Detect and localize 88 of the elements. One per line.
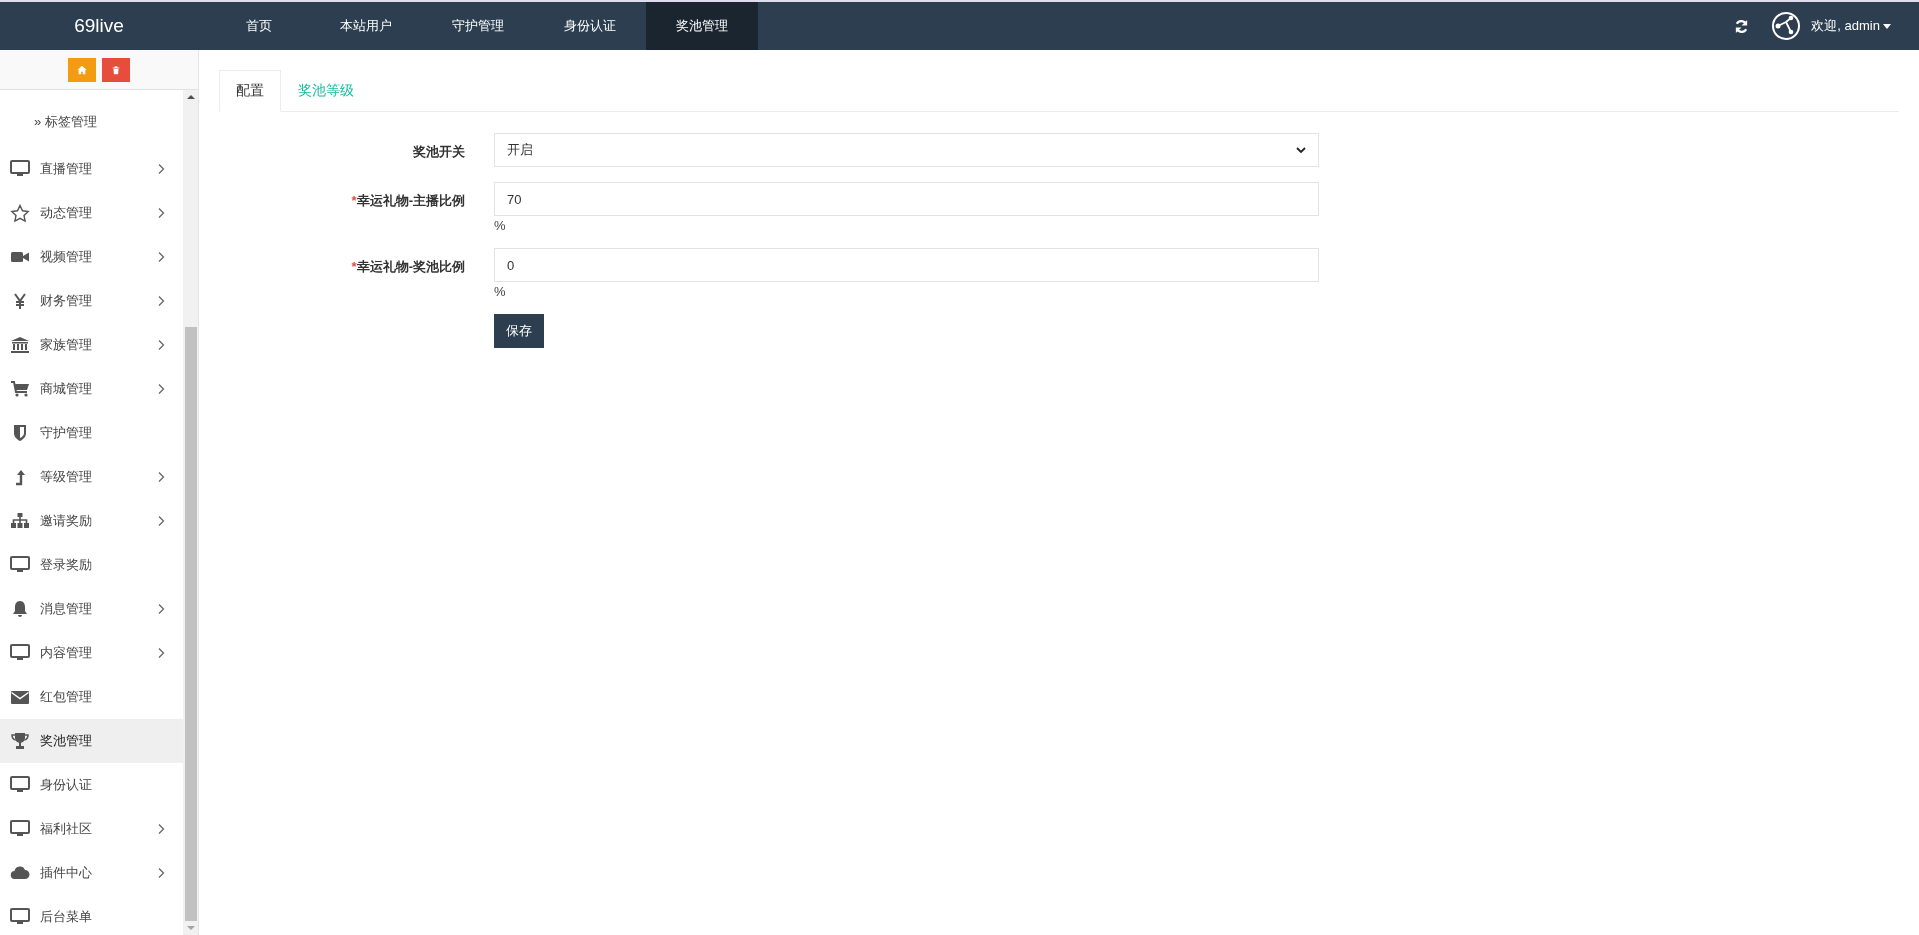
chevron-right-icon [157,383,165,395]
sidebar-item[interactable]: 商城管理 [0,367,183,411]
chevron-right-icon [157,471,165,483]
monitor-icon [10,776,30,794]
sidebar-item-label: 登录奖励 [40,556,93,574]
field-label: 奖池开关 [412,143,466,161]
sidebar-item[interactable]: 福利社区 [0,807,183,851]
cart-icon [10,380,30,398]
refresh-icon[interactable] [1734,18,1750,34]
nav-tab[interactable]: 奖池管理 [646,2,758,50]
select-field[interactable]: 开启 [494,133,1319,167]
nav-tab[interactable]: 守护管理 [422,2,534,50]
sidebar-item[interactable]: 奖池管理 [0,719,183,763]
input-field[interactable]: 0 [494,248,1319,282]
delete-button[interactable] [102,57,130,82]
chevron-right-icon [157,867,165,879]
chevron-right-icon [157,163,165,175]
field-label: *幸运礼物-主播比例 [350,192,466,210]
envelope-icon [10,688,30,706]
sidebar-item-label: 福利社区 [40,820,93,838]
bank-icon [10,336,30,354]
chevron-right-icon [157,515,165,527]
monitor-icon [10,160,30,178]
user-menu[interactable]: 欢迎, admin [1811,17,1891,35]
chevron-right-icon [157,251,165,263]
share-circle-icon[interactable] [1771,11,1802,41]
chevron-right-icon [157,647,165,659]
unit-text: % [494,283,507,299]
sidebar-item[interactable]: 身份认证 [0,763,183,807]
bell-icon [10,600,30,618]
sidebar-item[interactable]: 内容管理 [0,631,183,675]
sidebar-item[interactable]: 直播管理 [0,147,183,191]
sidebar-item[interactable]: 动态管理 [0,191,183,235]
sidebar-item-label: 等级管理 [40,468,93,486]
nav-tab[interactable]: 首页 [208,2,310,50]
cloud-icon [10,864,30,882]
sidebar-item-label: 奖池管理 [40,732,93,750]
sidebar-item-label: 守护管理 [40,424,93,442]
input-field[interactable]: 70 [494,182,1319,216]
chevron-right-icon [157,823,165,835]
chevron-right-icon [157,207,165,219]
monitor-icon [10,556,30,574]
trophy-icon [10,732,30,750]
sidebar-item-label: 邀请奖励 [40,512,93,530]
trash-icon [111,64,121,75]
nav-tab[interactable]: 身份认证 [534,2,646,50]
sidebar-item[interactable]: 财务管理 [0,279,183,323]
brand-logo[interactable]: 69live [0,15,198,37]
monitor-icon [10,820,30,838]
sidebar-item-label: 插件中心 [40,864,93,882]
home-button[interactable] [68,57,96,82]
chevron-right-icon [157,603,165,615]
save-button[interactable]: 保存 [494,314,544,348]
monitor-icon [10,644,30,662]
nav-tab[interactable]: 本站用户 [310,2,422,50]
sitemap-icon [10,512,30,530]
sidebar-item[interactable]: 登录奖励 [0,543,183,587]
sidebar-subitem[interactable]: » 标签管理 [0,90,183,147]
star-icon [10,204,30,222]
sidebar-item-label: 视频管理 [40,248,93,266]
sidebar-item[interactable]: 家族管理 [0,323,183,367]
sidebar-item[interactable]: 视频管理 [0,235,183,279]
sidebar-item[interactable]: 消息管理 [0,587,183,631]
sidebar-item-label: 身份认证 [40,776,93,794]
sidebar-item[interactable]: 红包管理 [0,675,183,719]
sidebar-item-label: 后台菜单 [40,908,93,926]
chevron-right-icon [157,295,165,307]
sidebar-item[interactable]: 守护管理 [0,411,183,455]
sidebar-item[interactable]: 邀请奖励 [0,499,183,543]
sidebar-item[interactable]: 等级管理 [0,455,183,499]
sidebar-item-label: 商城管理 [40,380,93,398]
home-icon [77,64,87,75]
scrollbar[interactable] [183,90,198,935]
sidebar-item[interactable]: 插件中心 [0,851,183,895]
chevron-down-icon [1296,146,1306,154]
sidebar-item-label: 动态管理 [40,204,93,222]
unit-text: % [494,217,507,233]
sidebar-item-label: 直播管理 [40,160,93,178]
tab[interactable]: 配置 [219,70,281,112]
chevron-right-icon [157,339,165,351]
sidebar-item-label: 红包管理 [40,688,93,706]
sidebar-item-label: 消息管理 [40,600,93,618]
sidebar-item-label: 家族管理 [40,336,93,354]
field-label: *幸运礼物-奖池比例 [350,258,466,276]
sidebar-item-label: 内容管理 [40,644,93,662]
sidebar-item[interactable]: 后台菜单 [0,895,183,935]
monitor-icon [10,908,30,926]
sidebar-item-label: 财务管理 [40,292,93,310]
